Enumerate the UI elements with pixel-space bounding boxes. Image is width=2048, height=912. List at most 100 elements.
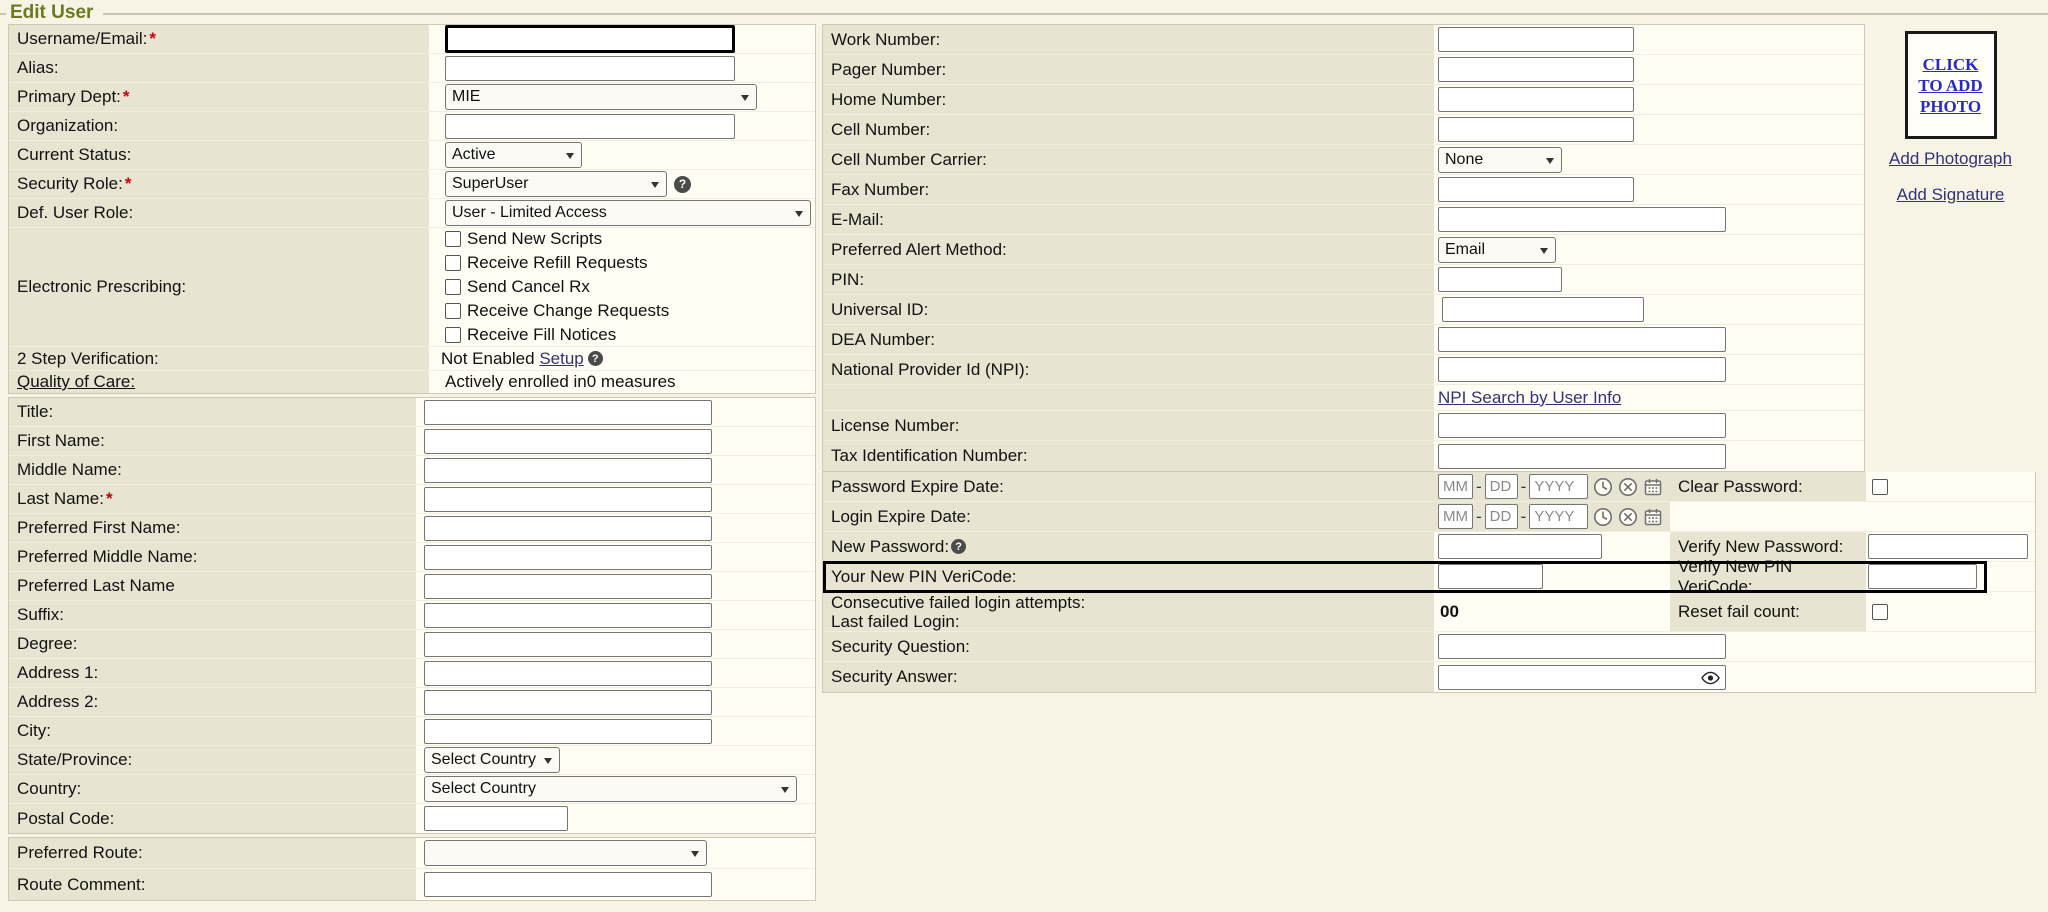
preferred-first-name-input[interactable] <box>424 516 712 541</box>
universal-id-input[interactable] <box>1442 297 1644 322</box>
row-login-expire-date: Login Expire Date: -- <box>823 502 2035 532</box>
row-home-number: Home Number: <box>823 85 1864 115</box>
work-number-input[interactable] <box>1438 27 1634 52</box>
cell-number-input[interactable] <box>1438 117 1634 142</box>
first-name-input[interactable] <box>424 429 712 454</box>
title-input[interactable] <box>424 400 712 425</box>
address2-label: Address 2: <box>17 692 98 712</box>
photo-placeholder[interactable]: CLICK TO ADD PHOTO <box>1905 31 1997 139</box>
required-asterisk: * <box>149 29 156 49</box>
suffix-input[interactable] <box>424 603 712 628</box>
security-question-input[interactable] <box>1438 634 1726 659</box>
two-step-setup-link[interactable]: Setup <box>539 349 583 369</box>
password-expire-dd-input[interactable] <box>1485 474 1518 499</box>
verify-new-password-input[interactable] <box>1868 534 2028 559</box>
last-failed-login-label: Last failed Login: <box>831 612 1085 631</box>
security-role-select[interactable]: SuperUser <box>445 171 667 197</box>
login-expire-clear-icon[interactable] <box>1618 507 1638 527</box>
email-label: E-Mail: <box>831 210 884 230</box>
password-expire-clear-icon[interactable] <box>1618 477 1638 497</box>
preferred-alert-method-select[interactable]: Email <box>1438 237 1556 263</box>
country-select[interactable]: Select Country <box>424 776 797 802</box>
password-expire-clock-icon[interactable] <box>1593 477 1613 497</box>
postal-code-input[interactable] <box>424 806 568 831</box>
login-expire-mm-input[interactable] <box>1438 504 1473 529</box>
login-expire-label: Login Expire Date: <box>831 507 971 527</box>
show-answer-eye-icon[interactable] <box>1701 671 1720 685</box>
receive-fill-notices-checkbox[interactable] <box>445 327 461 343</box>
password-expire-calendar-icon[interactable] <box>1643 477 1663 497</box>
login-expire-yyyy-input[interactable] <box>1529 504 1588 529</box>
dea-number-input[interactable] <box>1438 327 1726 352</box>
degree-input[interactable] <box>424 632 712 657</box>
verify-pin-vericode-input[interactable] <box>1868 564 1977 589</box>
password-expire-mm-input[interactable] <box>1438 474 1473 499</box>
login-expire-dd-input[interactable] <box>1485 504 1518 529</box>
login-expire-clock-icon[interactable] <box>1593 507 1613 527</box>
password-expire-yyyy-input[interactable] <box>1529 474 1588 499</box>
new-password-input[interactable] <box>1438 534 1602 559</box>
home-number-input[interactable] <box>1438 87 1634 112</box>
add-signature-link[interactable]: Add Signature <box>1897 185 2005 205</box>
alias-label: Alias: <box>17 58 59 78</box>
def-user-role-select[interactable]: User - Limited Access <box>445 200 811 226</box>
send-new-scripts-checkbox[interactable] <box>445 231 461 247</box>
fax-number-label: Fax Number: <box>831 180 929 200</box>
last-name-input[interactable] <box>424 487 712 512</box>
security-question-label: Security Question: <box>831 637 970 657</box>
universal-id-label: Universal ID: <box>831 300 928 320</box>
npi-input[interactable] <box>1438 357 1726 382</box>
login-expire-calendar-icon[interactable] <box>1643 507 1663 527</box>
security-role-help-icon[interactable]: ? <box>674 176 691 193</box>
pin-vericode-input[interactable] <box>1438 564 1543 589</box>
pin-input[interactable] <box>1438 267 1562 292</box>
pin-vericode-label: Your New PIN VeriCode: <box>831 567 1017 587</box>
password-expire-label: Password Expire Date: <box>831 477 1004 497</box>
electronic-prescribing-label: Electronic Prescribing: <box>17 277 186 297</box>
first-name-label: First Name: <box>17 431 105 451</box>
primary-dept-select[interactable]: MIE <box>445 84 757 110</box>
clear-password-checkbox[interactable] <box>1872 479 1888 495</box>
add-photograph-link[interactable]: Add Photograph <box>1889 149 2012 169</box>
middle-name-label: Middle Name: <box>17 460 122 480</box>
right-column: Work Number: Pager Number: Home Number: … <box>822 24 2036 693</box>
row-route-comment: Route Comment: <box>9 869 815 900</box>
alias-input[interactable] <box>445 56 735 81</box>
quality-of-care-label[interactable]: Quality of Care: <box>17 372 135 392</box>
route-comment-input[interactable] <box>424 872 712 897</box>
receive-refill-requests-checkbox[interactable] <box>445 255 461 271</box>
row-city: City: <box>9 717 815 746</box>
address2-input[interactable] <box>424 690 712 715</box>
row-degree: Degree: <box>9 630 815 659</box>
receive-change-requests-checkbox[interactable] <box>445 303 461 319</box>
pager-number-input[interactable] <box>1438 57 1634 82</box>
tax-id-input[interactable] <box>1438 444 1726 469</box>
current-status-select[interactable]: Active <box>445 142 582 168</box>
preferred-middle-name-input[interactable] <box>424 545 712 570</box>
reset-fail-count-checkbox[interactable] <box>1872 604 1888 620</box>
email-input[interactable] <box>1438 207 1726 232</box>
row-dea-number: DEA Number: <box>823 325 1864 355</box>
verify-pin-vericode-label: Verify New PIN VeriCode: <box>1678 557 1866 597</box>
cell-carrier-select[interactable]: None <box>1438 147 1562 173</box>
two-step-label: 2 Step Verification: <box>17 349 159 369</box>
two-step-status-text: Not Enabled <box>441 349 535 369</box>
preferred-route-select[interactable] <box>424 840 707 866</box>
license-number-input[interactable] <box>1438 413 1726 438</box>
security-answer-input[interactable] <box>1438 665 1726 690</box>
city-input[interactable] <box>424 719 712 744</box>
npi-search-link[interactable]: NPI Search by User Info <box>1438 388 1621 408</box>
send-new-scripts-option: Send New Scripts <box>445 229 602 249</box>
address1-input[interactable] <box>424 661 712 686</box>
row-last-name: Last Name:* <box>9 485 815 514</box>
new-password-help-icon[interactable]: ? <box>951 539 966 554</box>
middle-name-input[interactable] <box>424 458 712 483</box>
send-cancel-rx-checkbox[interactable] <box>445 279 461 295</box>
preferred-last-name-input[interactable] <box>424 574 712 599</box>
state-province-select[interactable]: Select Country <box>424 747 560 773</box>
row-def-user-role: Def. User Role: User - Limited Access <box>9 199 815 228</box>
organization-input[interactable] <box>445 114 735 139</box>
two-step-help-icon[interactable]: ? <box>588 351 603 366</box>
username-email-input[interactable] <box>445 25 735 53</box>
fax-number-input[interactable] <box>1438 177 1634 202</box>
